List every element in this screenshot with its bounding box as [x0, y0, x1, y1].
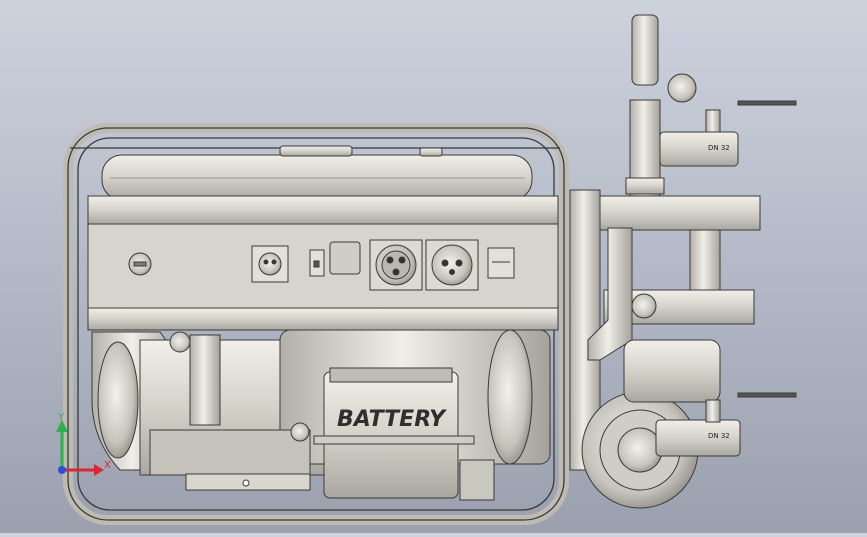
pump-pipework: DN 32 DN 32 [569, 14, 797, 509]
fuel-tank [101, 145, 533, 201]
generator-pump-model: BATTERY DN 32 DN 32 X Y [56, 14, 797, 525]
x-axis-arrowhead [94, 464, 104, 476]
valve-top-label: DN 32 [708, 144, 730, 152]
valve-bottom-label: DN 32 [708, 432, 730, 440]
x-axis-label: X [104, 460, 111, 471]
battery-label: BATTERY [337, 407, 447, 432]
z-axis-dot [58, 466, 66, 474]
cad-viewport[interactable]: BATTERY DN 32 DN 32 X Y [0, 0, 867, 533]
control-panel [87, 195, 559, 331]
y-axis-label: Y [57, 412, 65, 423]
